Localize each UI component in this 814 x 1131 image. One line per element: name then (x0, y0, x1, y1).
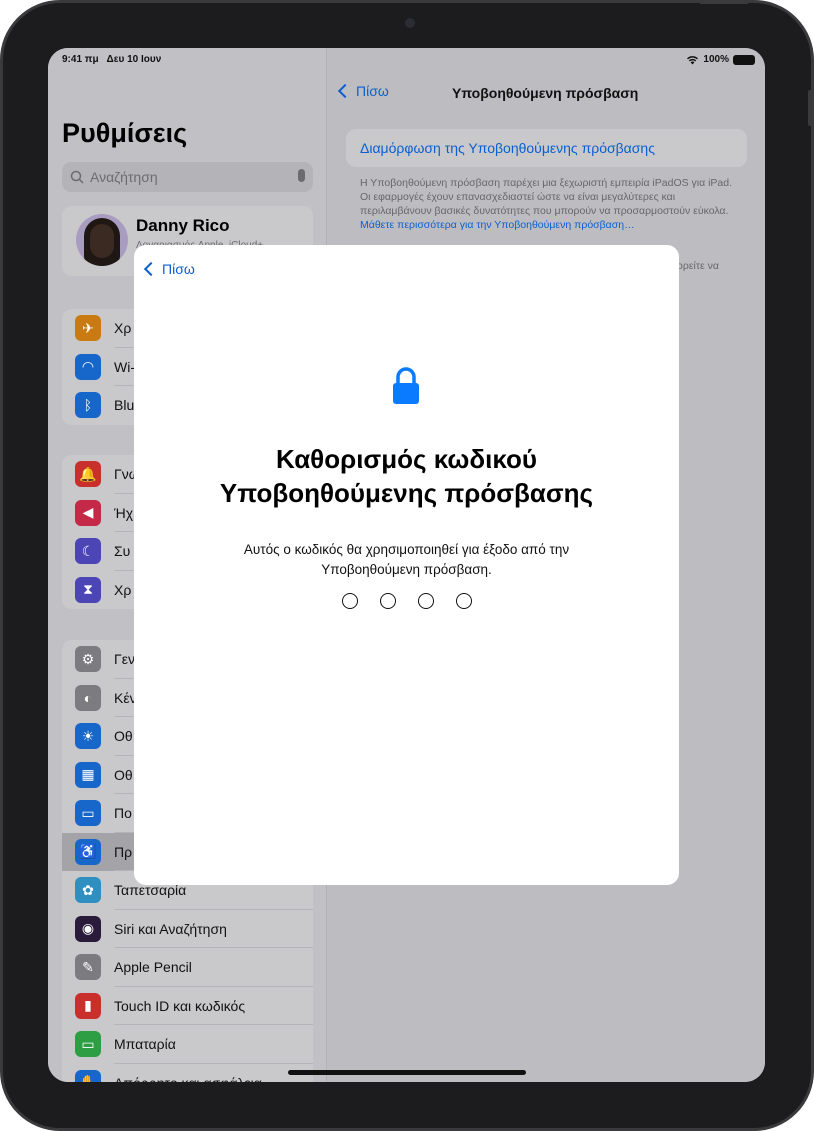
search-input[interactable]: Αναζήτηση (62, 162, 313, 192)
hand-icon: ✋ (75, 1069, 101, 1082)
hourglass-icon: ⧗ (75, 576, 101, 603)
status-time: 9:41 πμ Δευ 10 Ιουν (62, 54, 162, 65)
sidebar-item[interactable]: ▮ Touch ID και κωδικός (62, 987, 313, 1025)
sidebar-item-label: Συ (114, 543, 131, 560)
wifi-icon: ◠ (75, 353, 101, 380)
pencil-icon: ✎ (75, 954, 101, 981)
lock-icon: ▮ (75, 992, 101, 1019)
sidebar-item[interactable]: ◉ Siri και Αναζήτηση (62, 910, 313, 948)
sidebar-item-label: Wi- (114, 358, 135, 375)
gear-icon: ⚙ (75, 646, 101, 673)
multitasking-icon: ▭ (75, 800, 101, 827)
nav-title: Υποβοηθούμενη πρόσβαση (452, 85, 639, 101)
sidebar-item[interactable]: ✋ Απόρρητο και ασφάλεια (62, 1064, 313, 1082)
sidebar-item-label: Siri και Αναζήτηση (114, 920, 227, 937)
search-icon (70, 170, 84, 184)
chevron-left-icon (143, 261, 159, 277)
sidebar-item-label: Touch ID και κωδικός (114, 997, 246, 1014)
battery-icon (733, 54, 755, 65)
back-button[interactable]: Πίσω (337, 83, 389, 99)
learn-more-link[interactable]: Μάθετε περισσότερα για την Υποβοηθούμενη… (360, 219, 635, 231)
sidebar-item[interactable]: ▭ Μπαταρία (62, 1025, 313, 1064)
home-indicator[interactable] (288, 1070, 526, 1075)
sidebar-item-label: Γεν (114, 651, 135, 668)
bluetooth-icon: ᛒ (75, 392, 101, 419)
sidebar-item-label: Μπαταρία (114, 1036, 176, 1053)
battery-icon: ▭ (75, 1031, 101, 1058)
profile-name: Danny Rico (136, 216, 230, 235)
passcode-dots[interactable] (134, 593, 679, 609)
siri-icon: ◉ (75, 915, 101, 942)
top-button (700, 0, 748, 4)
wifi-icon (687, 55, 699, 64)
notifications-icon: 🔔 (75, 461, 101, 488)
wallpaper-icon: ✿ (75, 877, 101, 904)
sidebar-item-label: Πο (114, 805, 132, 822)
home-screen-icon: ▦ (75, 761, 101, 788)
avatar (76, 214, 128, 266)
moon-icon: ☾ (75, 538, 101, 565)
accessibility-icon: ♿ (75, 838, 101, 865)
page-title: Ρυθμίσεις (62, 118, 188, 148)
modal-title: Καθορισμός κωδικού Υποβοηθούμενης πρόσβασ… (219, 444, 594, 508)
microphone-icon[interactable] (298, 169, 305, 182)
airplane-icon: ✈ (75, 315, 101, 342)
partial-text: ορείτε να (677, 260, 719, 272)
screen: 9:41 πμ Δευ 10 Ιουν Ρυθμίσεις Αναζήτηση … (48, 48, 765, 1082)
chevron-left-icon (337, 83, 353, 99)
brightness-icon: ☀ (75, 723, 101, 750)
lock-icon (393, 367, 419, 404)
passcode-dot (455, 593, 472, 609)
sidebar-item-label: Ήχ (114, 504, 134, 521)
control-center-icon: ◐ (75, 684, 101, 711)
sidebar-item-label: Χρ (114, 320, 132, 337)
sidebar-item-label: Οθ (114, 728, 133, 745)
camera (405, 18, 415, 28)
status-right: 100% (686, 54, 755, 65)
modal-back-button[interactable]: Πίσω (143, 261, 195, 277)
sidebar-item[interactable]: ✎ Apple Pencil (62, 948, 313, 987)
sidebar-item-label: Απόρρητο και ασφάλεια (114, 1075, 262, 1082)
configure-button[interactable]: Διαμόρφωση της Υποβοηθούμενης πρόσβασης (346, 129, 747, 167)
sidebar-item-label: Blu (114, 397, 135, 414)
sound-icon: ◀ (75, 499, 101, 526)
passcode-modal: Πίσω Καθορισμός κωδικού Υποβοηθούμενης πρ… (134, 245, 679, 885)
sidebar-item-label: Χρ (114, 581, 132, 598)
sidebar-item-label: Πρ (114, 843, 133, 860)
modal-description: Αυτός ο κωδικός θα χρησιμοποιηθεί για έξ… (243, 542, 570, 577)
description: Η Υποβοηθούμενη πρόσβαση παρέχει μια ξεχ… (360, 177, 733, 231)
passcode-dot (379, 593, 396, 609)
passcode-dot (341, 593, 358, 609)
search-placeholder: Αναζήτηση (90, 169, 158, 185)
passcode-dot (417, 593, 434, 609)
sidebar-item-label: Apple Pencil (114, 959, 192, 976)
sidebar-item-label: Οθ (114, 766, 133, 783)
battery-percent: 100% (703, 54, 729, 65)
volume-button (808, 90, 814, 126)
